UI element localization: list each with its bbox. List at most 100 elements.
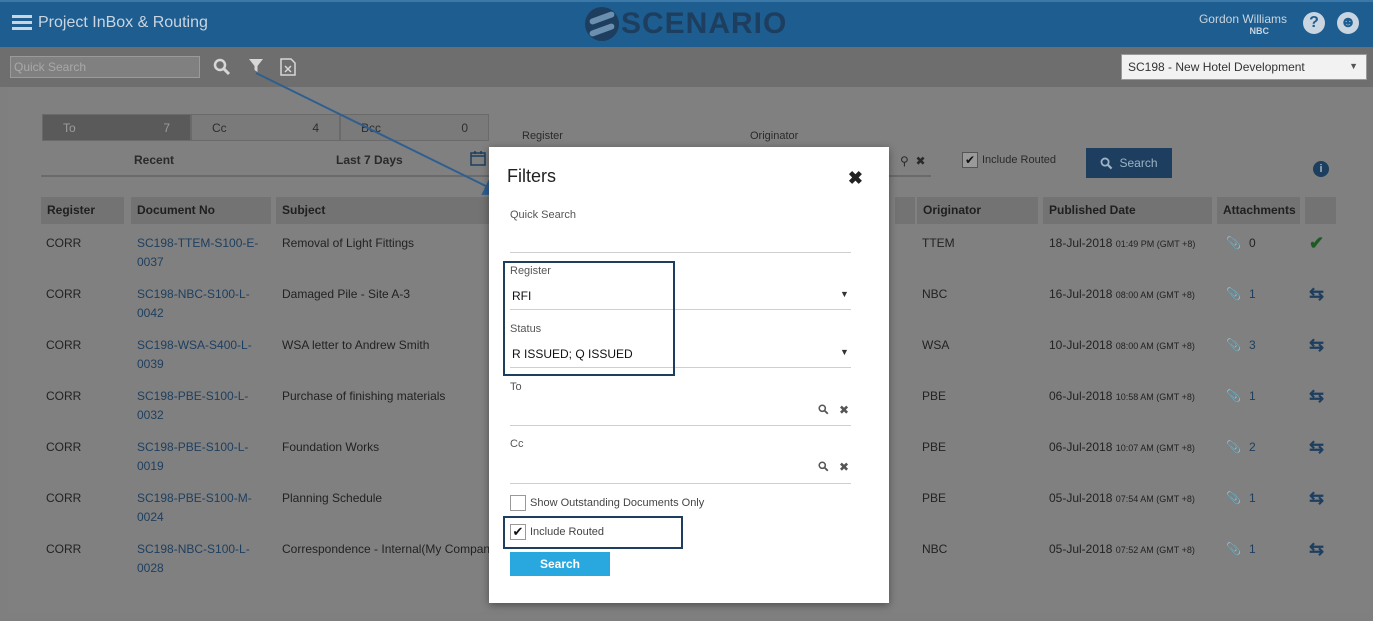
cell-document-no[interactable]: SC198-NBC-S100-L- 0028 — [137, 540, 267, 578]
cell-published-date: 05-Jul-2018 07:52 AM (GMT +8) — [1049, 540, 1195, 560]
doc-no-part: 0019 — [137, 459, 164, 473]
doc-no-part: 0032 — [137, 408, 164, 422]
to-field[interactable] — [510, 425, 851, 426]
cell-attachments[interactable]: 📎 2 — [1226, 438, 1256, 457]
info-icon[interactable]: i — [1313, 161, 1329, 177]
cell-attachments[interactable]: 📎 0 — [1226, 234, 1256, 253]
route-icon[interactable]: ⇆ — [1309, 285, 1324, 306]
project-select[interactable]: SC198 - New Hotel Development ▼ — [1121, 54, 1367, 80]
column-header-published-date[interactable]: Published Date — [1043, 197, 1212, 224]
cell-published-date: 18-Jul-2018 01:49 PM (GMT +8) — [1049, 234, 1195, 254]
help-icon[interactable]: ? — [1303, 12, 1325, 34]
search-icon[interactable] — [818, 461, 829, 475]
date: 06-Jul-2018 — [1049, 389, 1113, 403]
paperclip-icon: 📎 — [1226, 389, 1241, 403]
filter-icon[interactable] — [248, 58, 264, 79]
column-header-attachments[interactable]: Attachments — [1217, 197, 1300, 224]
tab-to[interactable]: To 7 — [42, 114, 191, 141]
cc-field[interactable] — [510, 483, 851, 484]
cell-register: CORR — [46, 287, 82, 301]
search-button[interactable]: Search — [510, 552, 610, 576]
excel-export-icon[interactable] — [280, 58, 296, 81]
column-header-register[interactable]: Register — [41, 197, 124, 224]
cell-subject: WSA letter to Andrew Smith — [282, 338, 430, 352]
column-header-status — [1305, 197, 1336, 224]
cell-document-no[interactable]: SC198-WSA-S400-L- 0039 — [137, 336, 267, 374]
time: 08:00 AM (GMT +8) — [1115, 341, 1195, 351]
date: 05-Jul-2018 — [1049, 542, 1113, 556]
originator-search-icon[interactable]: ⚲ ✖ — [900, 154, 926, 168]
doc-no-part: 0028 — [137, 561, 164, 575]
search-icon[interactable] — [213, 58, 231, 81]
column-header-originator[interactable]: Originator — [917, 197, 1038, 224]
cell-published-date: 16-Jul-2018 08:00 AM (GMT +8) — [1049, 285, 1195, 305]
route-icon[interactable]: ⇆ — [1309, 387, 1324, 408]
paperclip-icon: 📎 — [1226, 440, 1241, 454]
route-icon[interactable]: ⇆ — [1309, 438, 1324, 459]
route-icon[interactable]: ⇆ — [1309, 540, 1324, 561]
date: 05-Jul-2018 — [1049, 491, 1113, 505]
cell-attachments[interactable]: 📎 1 — [1226, 489, 1256, 508]
quick-search-input[interactable]: Quick Search — [10, 56, 200, 78]
user-org: NBC — [1249, 26, 1270, 36]
quick-search-field[interactable] — [510, 252, 851, 253]
hamburger-menu-icon[interactable] — [12, 15, 32, 31]
chevron-down-icon[interactable]: ▼ — [840, 289, 849, 299]
close-icon[interactable]: ✖ — [848, 168, 863, 189]
filter-register-label: Register — [522, 130, 563, 142]
column-header-document-no[interactable]: Document No — [131, 197, 271, 224]
recipient-tabs: To 7 Cc 4 Bcc 0 — [42, 114, 489, 141]
toolbar: Quick Search SC198 - New Hotel Developme… — [0, 47, 1373, 87]
chevron-down-icon[interactable]: ▼ — [840, 347, 849, 357]
search-button[interactable]: Search — [1086, 148, 1172, 178]
tab-cc[interactable]: Cc 4 — [191, 114, 340, 141]
cell-originator: TTEM — [922, 236, 955, 250]
tab-bcc[interactable]: Bcc 0 — [340, 114, 489, 141]
date: 10-Jul-2018 — [1049, 338, 1113, 352]
cell-attachments[interactable]: 📎 1 — [1226, 285, 1256, 304]
dialog-title: Filters — [507, 166, 556, 186]
include-routed-label: Include Routed — [982, 154, 1056, 166]
clear-icon[interactable]: ✖ — [839, 403, 849, 417]
user-avatar-icon[interactable]: ☻ — [1337, 12, 1359, 34]
cell-published-date: 05-Jul-2018 07:54 AM (GMT +8) — [1049, 489, 1195, 509]
cell-attachments[interactable]: 📎 3 — [1226, 336, 1256, 355]
paperclip-icon: 📎 — [1226, 542, 1241, 556]
cell-document-no[interactable]: SC198-NBC-S100-L- 0042 — [137, 285, 267, 323]
cell-register: CORR — [46, 389, 82, 403]
user-info[interactable]: Gordon Williams NBC — [1199, 12, 1287, 36]
check-icon: ✔ — [1309, 233, 1325, 253]
cell-document-no[interactable]: SC198-PBE-S100-M- 0024 — [137, 489, 267, 527]
cell-published-date: 10-Jul-2018 08:00 AM (GMT +8) — [1049, 336, 1195, 356]
doc-no-part: SC198-TTEM-S100-E- — [137, 236, 259, 250]
column-header-spacer — [895, 197, 915, 224]
tab-label: Bcc — [361, 121, 382, 135]
cell-attachments[interactable]: 📎 1 — [1226, 540, 1256, 559]
show-outstanding-checkbox[interactable] — [510, 495, 526, 511]
filters-dialog: Filters ✖ Quick Search Register RFI ▼ St… — [489, 147, 889, 603]
cell-register: CORR — [46, 440, 82, 454]
search-button-label: Search — [1119, 156, 1158, 170]
project-select-value: SC198 - New Hotel Development — [1128, 60, 1305, 74]
clear-icon[interactable]: ✖ — [839, 460, 849, 474]
cell-published-date: 06-Jul-2018 10:58 AM (GMT +8) — [1049, 387, 1195, 407]
period-recent[interactable]: Recent — [134, 153, 174, 167]
cell-attachments[interactable]: 📎 1 — [1226, 387, 1256, 406]
attachment-count: 1 — [1248, 542, 1256, 556]
calendar-icon[interactable] — [470, 150, 486, 171]
doc-no-part: SC198-PBE-S100-M- — [137, 491, 252, 505]
time: 08:00 AM (GMT +8) — [1115, 290, 1195, 300]
route-icon[interactable]: ⇆ — [1309, 336, 1324, 357]
search-icon[interactable] — [818, 404, 829, 418]
period-last-7-days[interactable]: Last 7 Days — [336, 153, 403, 167]
column-header-subject[interactable]: Subject — [276, 197, 491, 224]
doc-no-part: 0024 — [137, 510, 164, 524]
cell-document-no[interactable]: SC198-PBE-S100-L- 0019 — [137, 438, 267, 476]
cell-subject: Planning Schedule — [282, 491, 383, 505]
attachment-count: 1 — [1248, 287, 1256, 301]
route-icon[interactable]: ⇆ — [1309, 489, 1324, 510]
cell-document-no[interactable]: SC198-PBE-S100-L- 0032 — [137, 387, 267, 425]
cell-originator: PBE — [922, 491, 947, 505]
include-routed-checkbox[interactable]: ✔ — [962, 152, 978, 168]
cell-document-no[interactable]: SC198-TTEM-S100-E- 0037 — [137, 234, 267, 272]
